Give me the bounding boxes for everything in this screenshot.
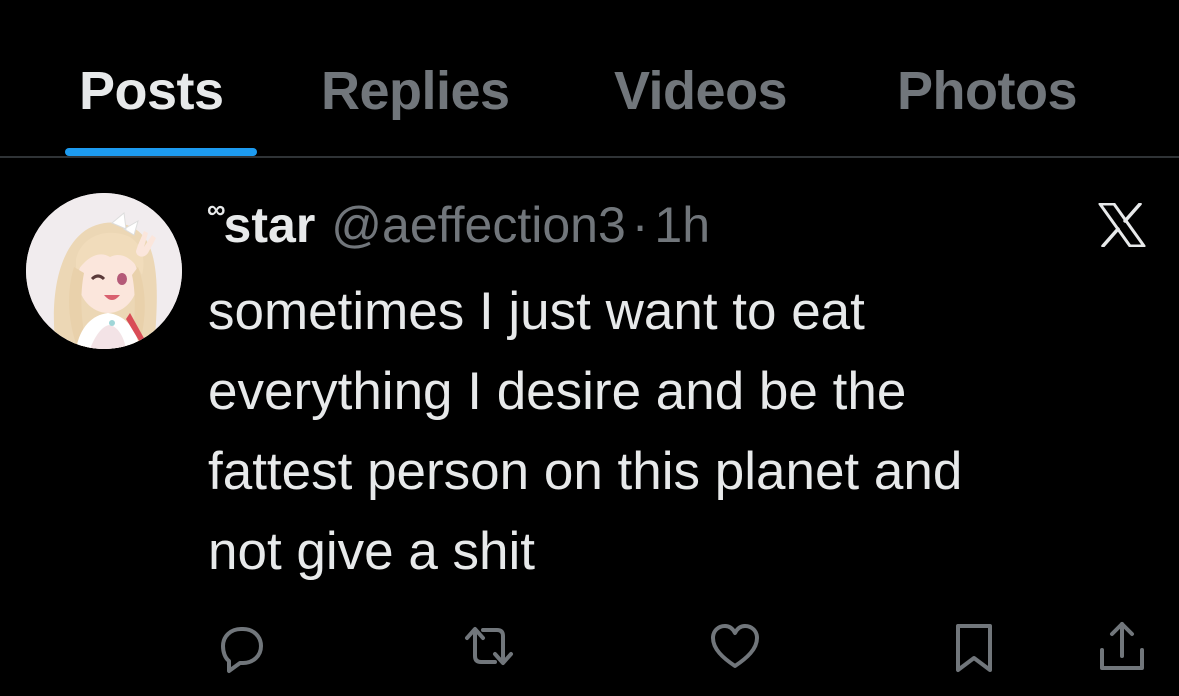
repost-button[interactable] xyxy=(459,616,519,676)
tab-replies[interactable]: Replies xyxy=(321,60,510,122)
bookmark-button[interactable] xyxy=(944,616,1004,676)
user-handle[interactable]: @aeffection3 xyxy=(331,196,625,254)
separator-dot: · xyxy=(631,197,649,253)
comment-icon xyxy=(221,627,263,673)
post-header: ∞ star @aeffection3 · 1h xyxy=(207,194,710,256)
heart-icon xyxy=(711,624,759,668)
bookmark-icon xyxy=(956,624,992,672)
infinity-symbol: ∞ xyxy=(207,194,226,224)
reply-button[interactable] xyxy=(209,616,269,676)
tab-posts[interactable]: Posts xyxy=(79,60,224,122)
post-text: sometimes I just want to eat everything … xyxy=(208,282,963,581)
tab-videos[interactable]: Videos xyxy=(614,60,788,122)
anime-avatar-image xyxy=(26,193,182,349)
avatar[interactable] xyxy=(26,193,182,349)
post-timestamp[interactable]: 1h xyxy=(654,196,710,254)
profile-timeline: Posts Replies Videos Photos ∞ star @aeff… xyxy=(0,0,1179,696)
post-actions xyxy=(0,616,1179,676)
share-button[interactable] xyxy=(1092,616,1152,676)
active-tab-indicator xyxy=(65,148,257,156)
display-name[interactable]: star xyxy=(224,196,316,254)
tab-photos[interactable]: Photos xyxy=(897,60,1078,122)
profile-tabs: Posts Replies Videos Photos xyxy=(0,0,1179,158)
like-button[interactable] xyxy=(705,616,765,676)
share-icon xyxy=(1100,622,1144,670)
x-logo-icon xyxy=(1098,202,1146,248)
repost-icon xyxy=(465,627,513,665)
